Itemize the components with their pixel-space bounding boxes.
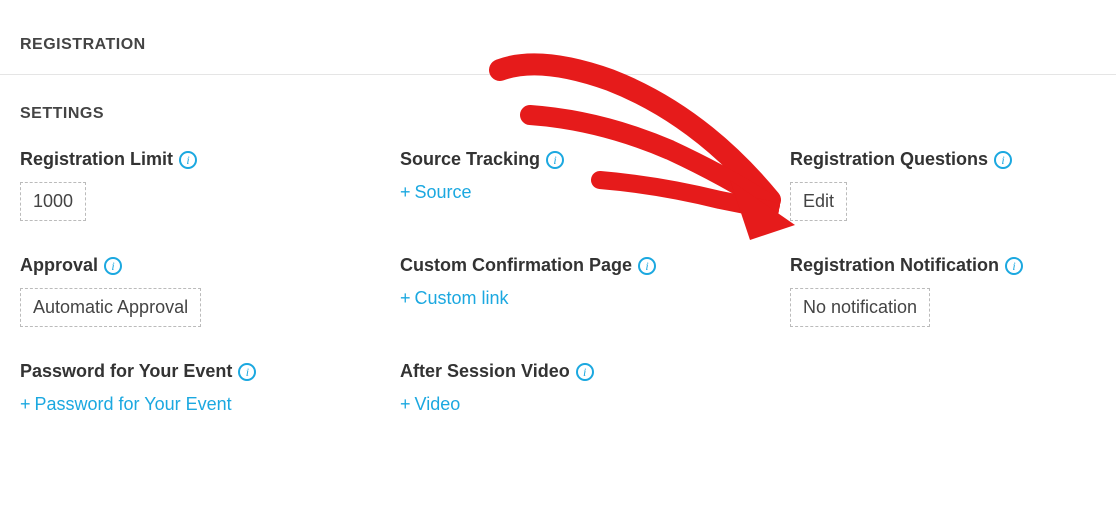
registration-limit-field: Registration Limit i 1000 <box>20 149 400 221</box>
password-label: Password for Your Event <box>20 361 232 382</box>
add-password-link[interactable]: + Password for Your Event <box>20 394 232 415</box>
info-icon[interactable]: i <box>1005 257 1023 275</box>
settings-grid: Registration Limit i 1000 Source Trackin… <box>0 129 1116 445</box>
source-tracking-field: Source Tracking i + Source <box>400 149 790 221</box>
custom-confirmation-label: Custom Confirmation Page <box>400 255 632 276</box>
registration-limit-input[interactable]: 1000 <box>20 182 86 221</box>
settings-section-header: SETTINGS <box>0 75 1116 129</box>
empty-cell <box>790 361 1096 415</box>
info-icon[interactable]: i <box>179 151 197 169</box>
registration-limit-label: Registration Limit <box>20 149 173 170</box>
source-tracking-label: Source Tracking <box>400 149 540 170</box>
after-session-video-field: After Session Video i + Video <box>400 361 790 415</box>
label-row: Registration Notification i <box>790 255 1096 276</box>
info-icon[interactable]: i <box>576 363 594 381</box>
after-session-video-label: After Session Video <box>400 361 570 382</box>
plus-icon: + <box>400 394 411 415</box>
info-icon[interactable]: i <box>104 257 122 275</box>
notification-select[interactable]: No notification <box>790 288 930 327</box>
info-icon[interactable]: i <box>994 151 1012 169</box>
approval-select[interactable]: Automatic Approval <box>20 288 201 327</box>
info-icon[interactable]: i <box>238 363 256 381</box>
approval-field: Approval i Automatic Approval <box>20 255 400 327</box>
label-row: After Session Video i <box>400 361 790 382</box>
password-field: Password for Your Event i + Password for… <box>20 361 400 415</box>
registration-questions-label: Registration Questions <box>790 149 988 170</box>
custom-confirmation-field: Custom Confirmation Page i + Custom link <box>400 255 790 327</box>
label-row: Registration Limit i <box>20 149 400 170</box>
label-row: Custom Confirmation Page i <box>400 255 790 276</box>
registration-notification-field: Registration Notification i No notificat… <box>790 255 1096 327</box>
plus-icon: + <box>400 288 411 309</box>
add-password-text: Password for Your Event <box>35 394 232 415</box>
add-custom-link-text: Custom link <box>415 288 509 309</box>
label-row: Source Tracking i <box>400 149 790 170</box>
add-custom-link[interactable]: + Custom link <box>400 288 509 309</box>
info-icon[interactable]: i <box>546 151 564 169</box>
add-video-text: Video <box>415 394 461 415</box>
registration-notification-label: Registration Notification <box>790 255 999 276</box>
label-row: Registration Questions i <box>790 149 1096 170</box>
edit-questions-button[interactable]: Edit <box>790 182 847 221</box>
registration-section-header: REGISTRATION <box>0 0 1116 74</box>
registration-questions-field: Registration Questions i Edit <box>790 149 1096 221</box>
label-row: Password for Your Event i <box>20 361 400 382</box>
plus-icon: + <box>20 394 31 415</box>
add-source-text: Source <box>415 182 472 203</box>
plus-icon: + <box>400 182 411 203</box>
add-source-link[interactable]: + Source <box>400 182 472 203</box>
info-icon[interactable]: i <box>638 257 656 275</box>
label-row: Approval i <box>20 255 400 276</box>
approval-label: Approval <box>20 255 98 276</box>
add-video-link[interactable]: + Video <box>400 394 460 415</box>
